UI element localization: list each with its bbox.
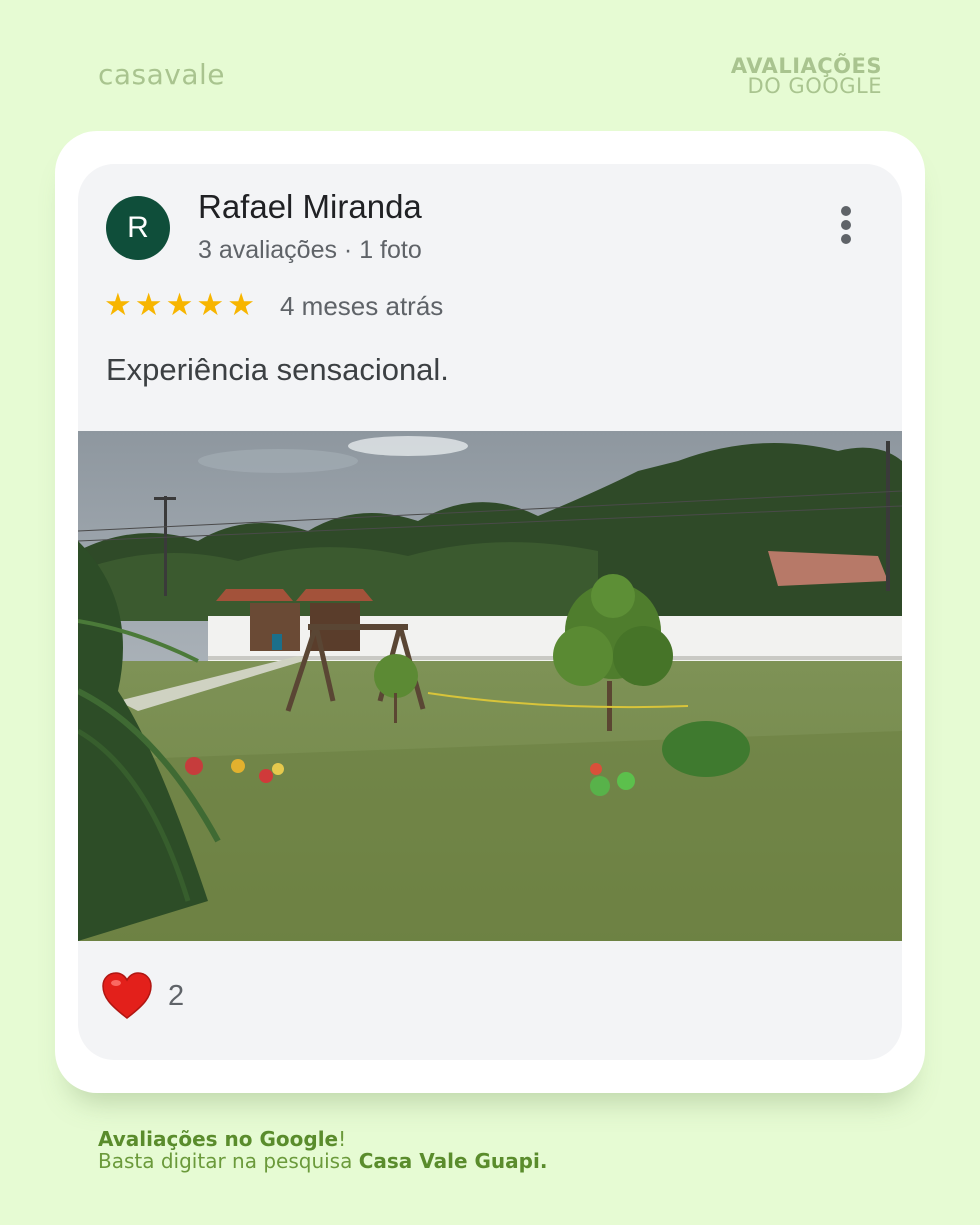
review-time: 4 meses atrás: [280, 291, 444, 321]
star-icon: ★: [196, 287, 225, 322]
like-count: 2: [168, 979, 185, 1012]
google-reviews-badge: AVALIAÇÕES DO GOOGLE: [730, 54, 882, 98]
review-text: Experiência sensacional.: [106, 352, 449, 387]
badge-line-1: AVALIAÇÕES: [730, 54, 882, 78]
likes: 2: [100, 970, 184, 1022]
brand-logo: casavale: [98, 58, 226, 91]
footer-cta: Avaliações no Google! Basta digitar na p…: [98, 1128, 547, 1172]
cta-exclamation: !: [338, 1127, 347, 1151]
business-name: Casa Vale Guapi.: [358, 1149, 548, 1173]
star-icon: ★: [134, 287, 163, 322]
star-icon: ★: [104, 287, 132, 322]
review-photo[interactable]: [78, 431, 902, 941]
star-icon: ★: [165, 287, 194, 322]
badge-line-2: DO GOOGLE: [747, 74, 882, 98]
more-vertical-icon[interactable]: [838, 206, 854, 250]
cta-title: Avaliações no Google: [98, 1127, 339, 1151]
cta-line-2: Basta digitar na pesquisa: [98, 1149, 359, 1173]
review-card-frame: R Rafael Miranda 3 avaliações · 1 foto ★…: [55, 131, 925, 1093]
reviewer-meta: 3 avaliações · 1 foto: [198, 236, 422, 264]
google-review-card: R Rafael Miranda 3 avaliações · 1 foto ★…: [78, 164, 902, 1060]
avatar[interactable]: R: [106, 196, 170, 260]
heart-icon[interactable]: [100, 970, 154, 1022]
star-rating: ★ ★ ★ ★ ★: [104, 288, 255, 322]
reviewer-name[interactable]: Rafael Miranda: [198, 188, 422, 226]
star-icon: ★: [227, 287, 255, 322]
